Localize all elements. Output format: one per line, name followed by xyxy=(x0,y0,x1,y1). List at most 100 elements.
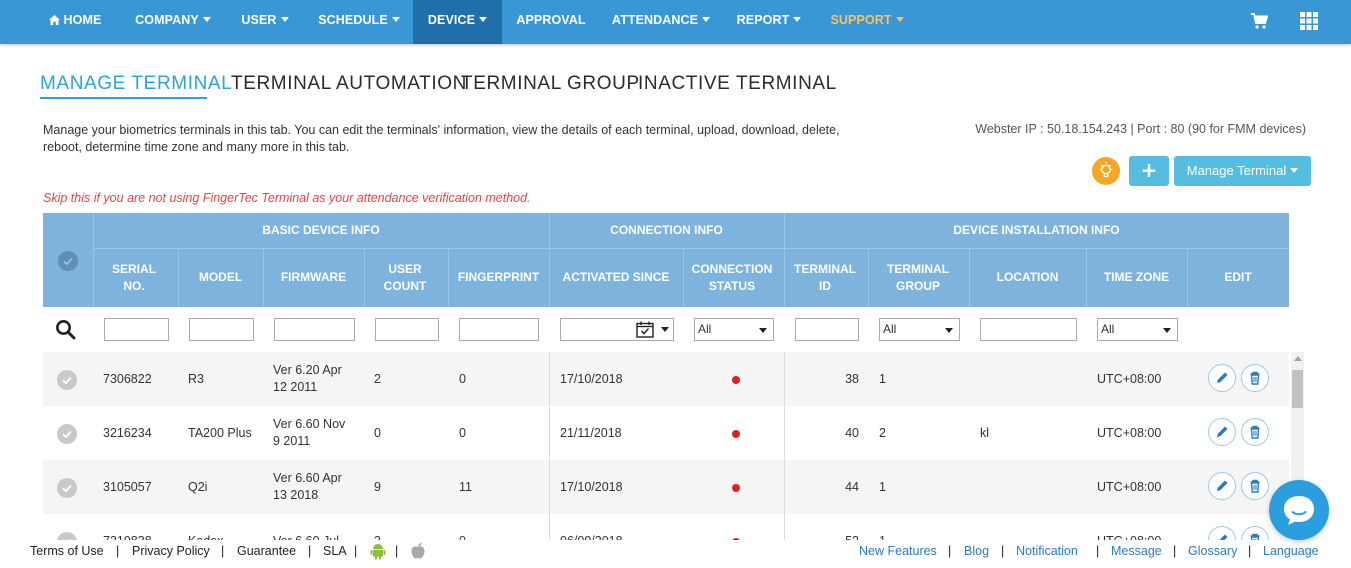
footer-terms-link[interactable]: Terms of Use xyxy=(30,544,104,558)
lightbulb-icon[interactable] xyxy=(1092,157,1120,185)
col-terminal-id[interactable]: TERMINAL ID xyxy=(794,248,856,307)
filter-terminal-id-input[interactable] xyxy=(795,318,859,341)
footer-separator: | xyxy=(116,544,120,558)
tab-manage-terminal[interactable]: MANAGE TERMINAL xyxy=(40,73,232,95)
select-all-checkbox[interactable] xyxy=(58,251,78,271)
lightbulb-glyph xyxy=(1099,162,1113,178)
edit-terminal-button[interactable] xyxy=(1208,418,1236,446)
trash-icon xyxy=(1250,425,1260,439)
trash-icon xyxy=(1250,479,1260,493)
edit-terminal-button[interactable] xyxy=(1208,364,1236,392)
cell-model: Q2i xyxy=(188,480,208,494)
col-serial-no[interactable]: SERIAL NO. xyxy=(108,248,160,307)
footer-notification-link[interactable]: Notification xyxy=(1016,544,1078,558)
col-model[interactable]: MODEL xyxy=(178,248,263,307)
col-terminal-group[interactable]: TERMINAL GROUP xyxy=(882,248,954,307)
scroll-up-arrow-icon[interactable] xyxy=(1294,356,1302,361)
col-time-zone[interactable]: TIME ZONE xyxy=(1086,248,1187,307)
footer-blog-link[interactable]: Blog xyxy=(964,544,989,558)
top-navigation-bar: HOME COMPANY USER SCHEDULE DEVICE APPROV… xyxy=(0,0,1351,44)
filter-time-zone-select[interactable]: All xyxy=(1097,318,1178,341)
delete-terminal-button[interactable] xyxy=(1241,472,1269,500)
filter-location-input[interactable] xyxy=(980,318,1077,341)
delete-terminal-button[interactable] xyxy=(1241,364,1269,392)
col-location[interactable]: LOCATION xyxy=(969,248,1086,307)
add-terminal-button[interactable]: + xyxy=(1129,156,1169,186)
col-edit: EDIT xyxy=(1224,270,1252,284)
header-divider xyxy=(683,248,684,307)
nav-company[interactable]: COMPANY xyxy=(122,0,224,44)
row-select-checkbox[interactable] xyxy=(57,424,77,444)
col-activated-since[interactable]: ACTIVATED SINCE xyxy=(549,248,683,307)
delete-terminal-button[interactable] xyxy=(1241,418,1269,446)
cell-firmware-line: Ver 6.20 Apr xyxy=(273,363,342,377)
filter-terminal-group-select[interactable]: All xyxy=(879,318,960,341)
filter-fingerprint-input[interactable] xyxy=(459,318,539,341)
scrollbar-thumb[interactable] xyxy=(1292,370,1303,408)
apps-grid-icon[interactable] xyxy=(1300,12,1318,30)
chevron-down-icon xyxy=(1163,328,1171,333)
cell-user-count: 9 xyxy=(374,480,381,494)
android-icon[interactable] xyxy=(370,543,386,560)
chevron-down-icon xyxy=(1290,168,1299,174)
filter-serial-input[interactable] xyxy=(104,318,169,341)
apple-icon[interactable] xyxy=(410,542,426,559)
table-row[interactable]: 3216234 TA200 Plus Ver 6.60 Nov 9 2011 0 0 21/… xyxy=(43,406,1289,460)
nav-approval[interactable]: APPROVAL xyxy=(512,0,590,44)
connection-status-dot xyxy=(732,430,740,438)
edit-terminal-button[interactable] xyxy=(1208,472,1236,500)
nav-attendance[interactable]: ATTENDANCE xyxy=(606,0,716,44)
group-device-installation-info: DEVICE INSTALLATION INFO xyxy=(953,223,1120,237)
column-divider xyxy=(549,460,550,514)
cell-terminal-group: 1 xyxy=(879,480,886,494)
footer-new-features-link[interactable]: New Features xyxy=(859,544,937,558)
calendar-icon[interactable] xyxy=(636,321,654,338)
filter-activated-date-input[interactable] xyxy=(560,318,674,341)
col-firmware[interactable]: FIRMWARE xyxy=(263,248,364,307)
manage-terminal-dropdown[interactable]: Manage Terminal xyxy=(1174,156,1311,186)
footer-message-link[interactable]: Message xyxy=(1111,544,1162,558)
chevron-down-icon xyxy=(202,17,211,23)
col-fingerprint[interactable]: FINGERPRINT xyxy=(448,248,549,307)
cell-terminal-group: 2 xyxy=(879,426,886,440)
nav-home[interactable]: HOME xyxy=(38,0,112,44)
nav-support[interactable]: SUPPORT xyxy=(824,0,910,44)
cell-user-count: 2 xyxy=(374,372,381,386)
chevron-down-icon xyxy=(479,17,488,23)
cell-firmware-line: 12 2011 xyxy=(273,380,318,394)
chevron-down-icon xyxy=(895,17,904,23)
filter-user-count-input[interactable] xyxy=(375,318,439,341)
page-description: Manage your biometrics terminals in this… xyxy=(43,123,840,154)
tab-terminal-automation[interactable]: TERMINAL AUTOMATION xyxy=(231,73,467,95)
active-tab-indicator xyxy=(40,97,207,99)
chevron-down-icon xyxy=(661,327,669,332)
nav-report[interactable]: REPORT xyxy=(730,0,808,44)
table-row[interactable]: 7306822 R3 Ver 6.20 Apr 12 2011 2 0 17/10/2018… xyxy=(43,352,1289,406)
nav-device[interactable]: DEVICE xyxy=(413,0,502,44)
footer-glossary-link[interactable]: Glossary xyxy=(1188,544,1237,558)
filter-model-input[interactable] xyxy=(189,318,254,341)
row-select-checkbox[interactable] xyxy=(57,478,77,498)
cell-user-count: 0 xyxy=(374,426,381,440)
cell-serial-no: 7306822 xyxy=(103,372,152,386)
filter-connection-status-select[interactable]: All xyxy=(694,318,774,341)
pencil-icon xyxy=(1217,372,1228,383)
col-connection-status[interactable]: CONNECTION STATUS xyxy=(690,248,774,307)
tab-inactive-terminal[interactable]: INACTIVE TERMINAL xyxy=(638,73,837,95)
group-basic-device-info: BASIC DEVICE INFO xyxy=(262,223,380,237)
footer-separator: | xyxy=(1248,544,1252,558)
footer-guarantee-link[interactable]: Guarantee xyxy=(237,544,296,558)
table-row[interactable]: 3105057 Q2i Ver 6.60 Apr 13 2018 9 11 17/10/20… xyxy=(43,460,1289,514)
footer-language-link[interactable]: Language xyxy=(1263,544,1319,558)
nav-user[interactable]: USER xyxy=(234,0,296,44)
search-icon[interactable] xyxy=(55,319,76,340)
filter-firmware-input[interactable] xyxy=(274,318,355,341)
chat-widget-button[interactable] xyxy=(1269,480,1329,540)
footer-sla-link[interactable]: SLA xyxy=(323,544,347,558)
cart-icon[interactable] xyxy=(1250,12,1268,30)
row-select-checkbox[interactable] xyxy=(57,370,77,390)
col-user-count[interactable]: USER COUNT xyxy=(380,248,430,307)
footer-privacy-link[interactable]: Privacy Policy xyxy=(132,544,210,558)
nav-schedule[interactable]: SCHEDULE xyxy=(311,0,407,44)
tab-terminal-group[interactable]: TERMINAL GROUP xyxy=(461,73,640,95)
